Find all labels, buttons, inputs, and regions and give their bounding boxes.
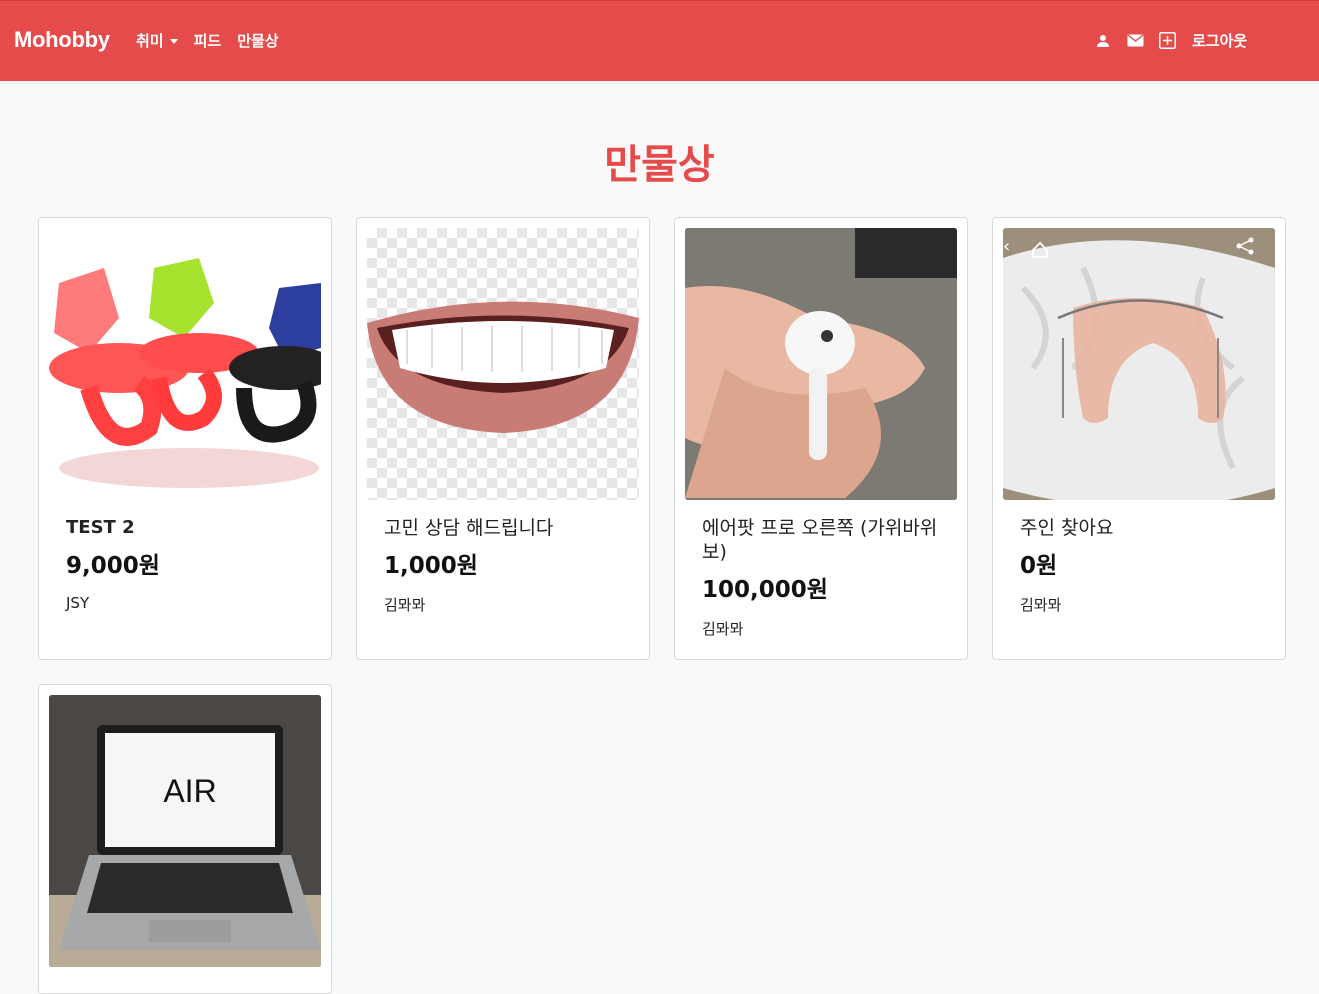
- logout-link[interactable]: 로그아웃: [1192, 30, 1247, 51]
- product-image-airpod: [685, 228, 957, 500]
- product-name: TEST 2: [66, 517, 135, 538]
- product-card[interactable]: ‹ 주인 찾아요 0원 김뫄뫄: [992, 217, 1286, 660]
- add-post-icon[interactable]: [1158, 32, 1176, 50]
- brand-logo[interactable]: Mohobby: [14, 27, 110, 53]
- nav-feed-link[interactable]: 피드: [194, 30, 222, 51]
- product-image-smile: [367, 228, 639, 500]
- navbar: Mohobby 취미 피드 만물상 로그아웃: [0, 0, 1319, 81]
- nav-actions: 로그아웃: [1094, 30, 1247, 51]
- product-seller: JSY: [66, 594, 90, 612]
- product-info: 주인 찾아요 0원 김뫄뫄: [1020, 516, 1260, 615]
- nav-hobby-label: 취미: [136, 32, 164, 50]
- nav-hobby-dropdown[interactable]: 취미: [136, 30, 178, 51]
- product-name: 고민 상담 해드립니다: [384, 517, 554, 539]
- mail-icon[interactable]: [1126, 32, 1144, 50]
- nav-market-link[interactable]: 만물상: [237, 30, 278, 51]
- product-card[interactable]: 에어팟 프로 오른쪽 (가위바위보) 100,000원 김뫄뫄: [674, 217, 968, 660]
- product-seller: 김뫄뫄: [1020, 596, 1062, 614]
- product-seller: 김뫄뫄: [702, 620, 744, 638]
- product-seller: 김뫄뫄: [384, 596, 426, 614]
- caret-down-icon: [169, 39, 178, 44]
- product-info: 에어팟 프로 오른쪽 (가위바위보) 100,000원 김뫄뫄: [702, 516, 942, 639]
- product-image-retainer: ‹: [1003, 228, 1275, 500]
- product-card[interactable]: TEST 2 9,000원 JSY: [38, 217, 332, 660]
- product-name: 주인 찾아요: [1020, 517, 1114, 539]
- svg-text:‹: ‹: [1003, 236, 1010, 257]
- nav-links: 취미 피드 만물상: [136, 30, 279, 51]
- product-card[interactable]: AIR: [38, 684, 332, 994]
- product-image-macbook-air: AIR: [49, 695, 321, 967]
- product-info: TEST 2 9,000원 JSY: [66, 516, 306, 612]
- screen-text: AIR: [163, 773, 216, 809]
- user-icon[interactable]: [1094, 32, 1112, 50]
- page-title: 만물상: [604, 142, 715, 188]
- product-info: 고민 상담 해드립니다 1,000원 김뫄뫄: [384, 516, 624, 615]
- product-price: 0원: [1020, 553, 1058, 579]
- product-image-ring-pops: [49, 228, 321, 500]
- product-price: 9,000원: [66, 553, 160, 579]
- product-price: 100,000원: [702, 577, 828, 603]
- product-price: 1,000원: [384, 553, 478, 579]
- product-name: 에어팟 프로 오른쪽 (가위바위보): [702, 517, 938, 563]
- product-card[interactable]: 고민 상담 해드립니다 1,000원 김뫄뫄: [356, 217, 650, 660]
